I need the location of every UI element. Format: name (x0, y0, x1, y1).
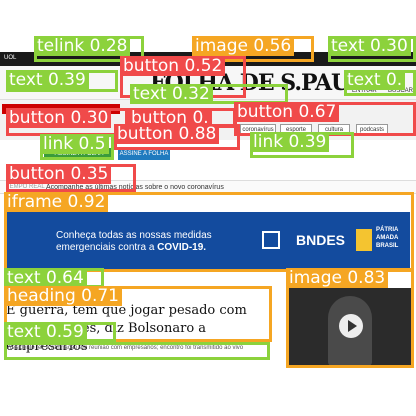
overlay-label-7: text 0. (344, 70, 406, 90)
ad-line-2-bold: COVID-19. (157, 242, 207, 253)
overlay-label-5: button 0.52 (120, 56, 226, 76)
overlay-label-12: link 0.5 (40, 134, 109, 154)
ad-partner: PÁTRIA AMADA BRASIL (376, 227, 399, 249)
section-podcasts[interactable]: podcasts (356, 124, 388, 136)
play-icon[interactable] (339, 314, 363, 338)
ad-line-1: Conheça todas as nossas medidas (56, 230, 212, 241)
overlay-label-18: heading 0.71 (4, 286, 122, 306)
overlay-label-3: text 0.30 (328, 36, 411, 56)
uol-link[interactable]: UOL (4, 55, 16, 61)
overlay-label-15: iframe 0.92 (4, 192, 109, 212)
bndes-logo-icon (262, 231, 280, 249)
overlay-label-19: text 0.59 (4, 322, 87, 342)
overlay-label-17: image 0.83 (286, 268, 389, 288)
subscribe-button[interactable]: ASSINE A FOLHA (118, 148, 170, 160)
overlay-label-11: button 0.67 (234, 102, 340, 122)
overlay-label-6: text 0.32 (130, 84, 213, 104)
ad-brand: BNDES (296, 232, 346, 248)
ad-iframe[interactable]: Conheça todas as nossas medidas emergenc… (6, 212, 410, 270)
flag-icon (356, 229, 372, 251)
video-thumbnail[interactable] (288, 288, 414, 366)
overlay-label-10: button 0.88 (114, 124, 220, 144)
overlay-label-8: button 0.30 (6, 108, 112, 128)
overlay-label-1: telink 0.28 (34, 36, 131, 56)
live-news-link[interactable]: Acompanhe as últimas notícias sobre o no… (46, 184, 224, 191)
overlay-label-13: link 0.39 (250, 132, 330, 152)
ad-line-2: emergenciais contra a (56, 242, 158, 253)
ad-message: Conheça todas as nossas medidas emergenc… (56, 230, 212, 254)
overlay-label-4: text 0.39 (6, 70, 89, 90)
article-caption: Presidente fez a afirmação em reunião co… (6, 345, 244, 351)
overlay-label-16: text 0.64 (4, 268, 87, 288)
overlay-label-14: button 0.35 (6, 164, 112, 184)
live-label: TEMPO REAL (6, 184, 45, 190)
overlay-label-2: image 0.56 (192, 36, 295, 56)
